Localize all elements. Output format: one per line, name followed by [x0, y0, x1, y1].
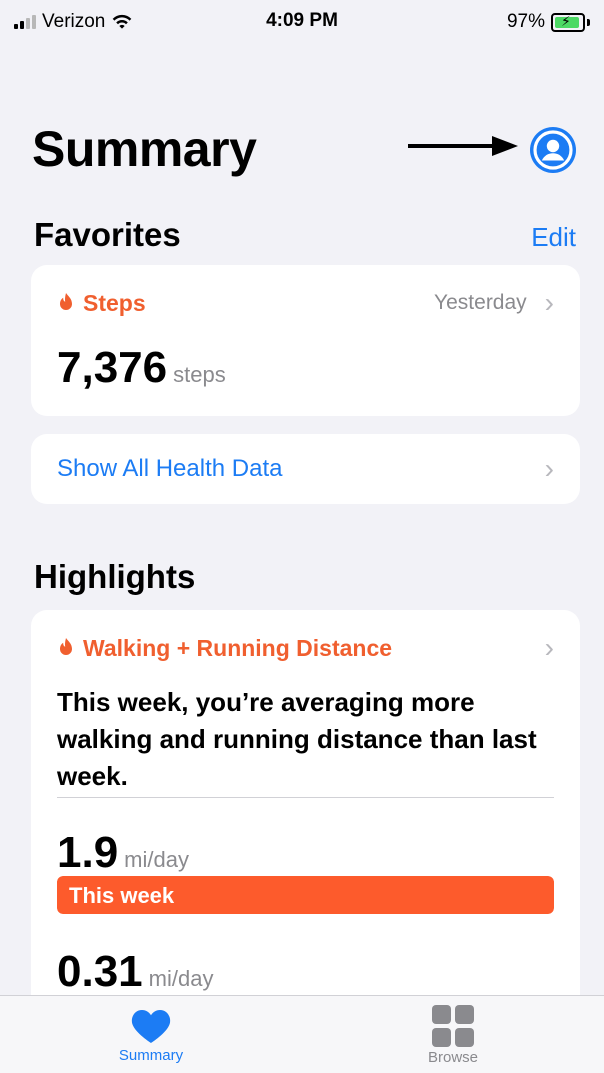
status-left: Verizon — [14, 11, 133, 33]
signal-strength-icon — [14, 15, 36, 29]
highlight-summary: This week, you’re averaging more walking… — [57, 687, 537, 791]
last-week-value: 0.31 — [57, 947, 143, 996]
show-all-health-data-label: Show All Health Data — [57, 455, 283, 482]
wifi-icon — [113, 14, 132, 29]
chevron-right-icon: › — [544, 453, 554, 484]
tab-bar: Summary Browse — [0, 995, 604, 1073]
steps-title: Steps — [83, 289, 146, 316]
battery-icon: ⚡ — [551, 12, 590, 32]
highlights-title: Highlights — [34, 558, 196, 595]
flame-icon — [60, 638, 72, 655]
highlight-title: Walking + Running Distance — [83, 634, 393, 661]
status-right: 97% ⚡ — [507, 11, 590, 33]
this-week-bar: This week — [57, 876, 554, 914]
status-bar: Verizon 4:09 PM 97% ⚡ — [0, 0, 604, 44]
steps-value: 7,376 — [57, 343, 168, 392]
flame-icon — [60, 293, 72, 310]
person-circle-icon — [533, 130, 573, 170]
status-time: 4:09 PM — [266, 10, 338, 31]
page-title: Summary — [32, 121, 257, 177]
tab-browse[interactable]: Browse — [302, 996, 604, 1073]
tab-summary-label: Summary — [118, 1047, 184, 1064]
battery-percentage: 97% — [506, 11, 545, 32]
chevron-right-icon: › — [544, 632, 554, 663]
steps-unit: steps — [173, 362, 226, 387]
tab-summary[interactable]: Summary — [0, 996, 302, 1073]
tab-browse-label: Browse — [427, 1049, 479, 1066]
grid-icon — [432, 1005, 474, 1047]
this-week-label: This week — [69, 883, 175, 908]
profile-button[interactable] — [530, 127, 576, 173]
edit-button[interactable]: Edit — [531, 222, 576, 253]
this-week-unit: mi/day — [124, 847, 189, 872]
last-week-unit: mi/day — [148, 966, 214, 991]
favorites-title: Favorites — [34, 216, 181, 253]
arrow-right-icon — [408, 136, 518, 156]
steps-timestamp: Yesterday — [434, 291, 527, 314]
carrier-name: Verizon — [42, 11, 106, 32]
divider — [57, 797, 554, 798]
heart-icon — [131, 1010, 171, 1043]
chevron-right-icon: › — [544, 287, 554, 318]
show-all-health-data-button[interactable]: Show All Health Data › — [31, 434, 580, 504]
steps-card[interactable]: Steps Yesterday › 7,376 steps — [31, 265, 580, 416]
this-week-value: 1.9 — [57, 828, 119, 877]
